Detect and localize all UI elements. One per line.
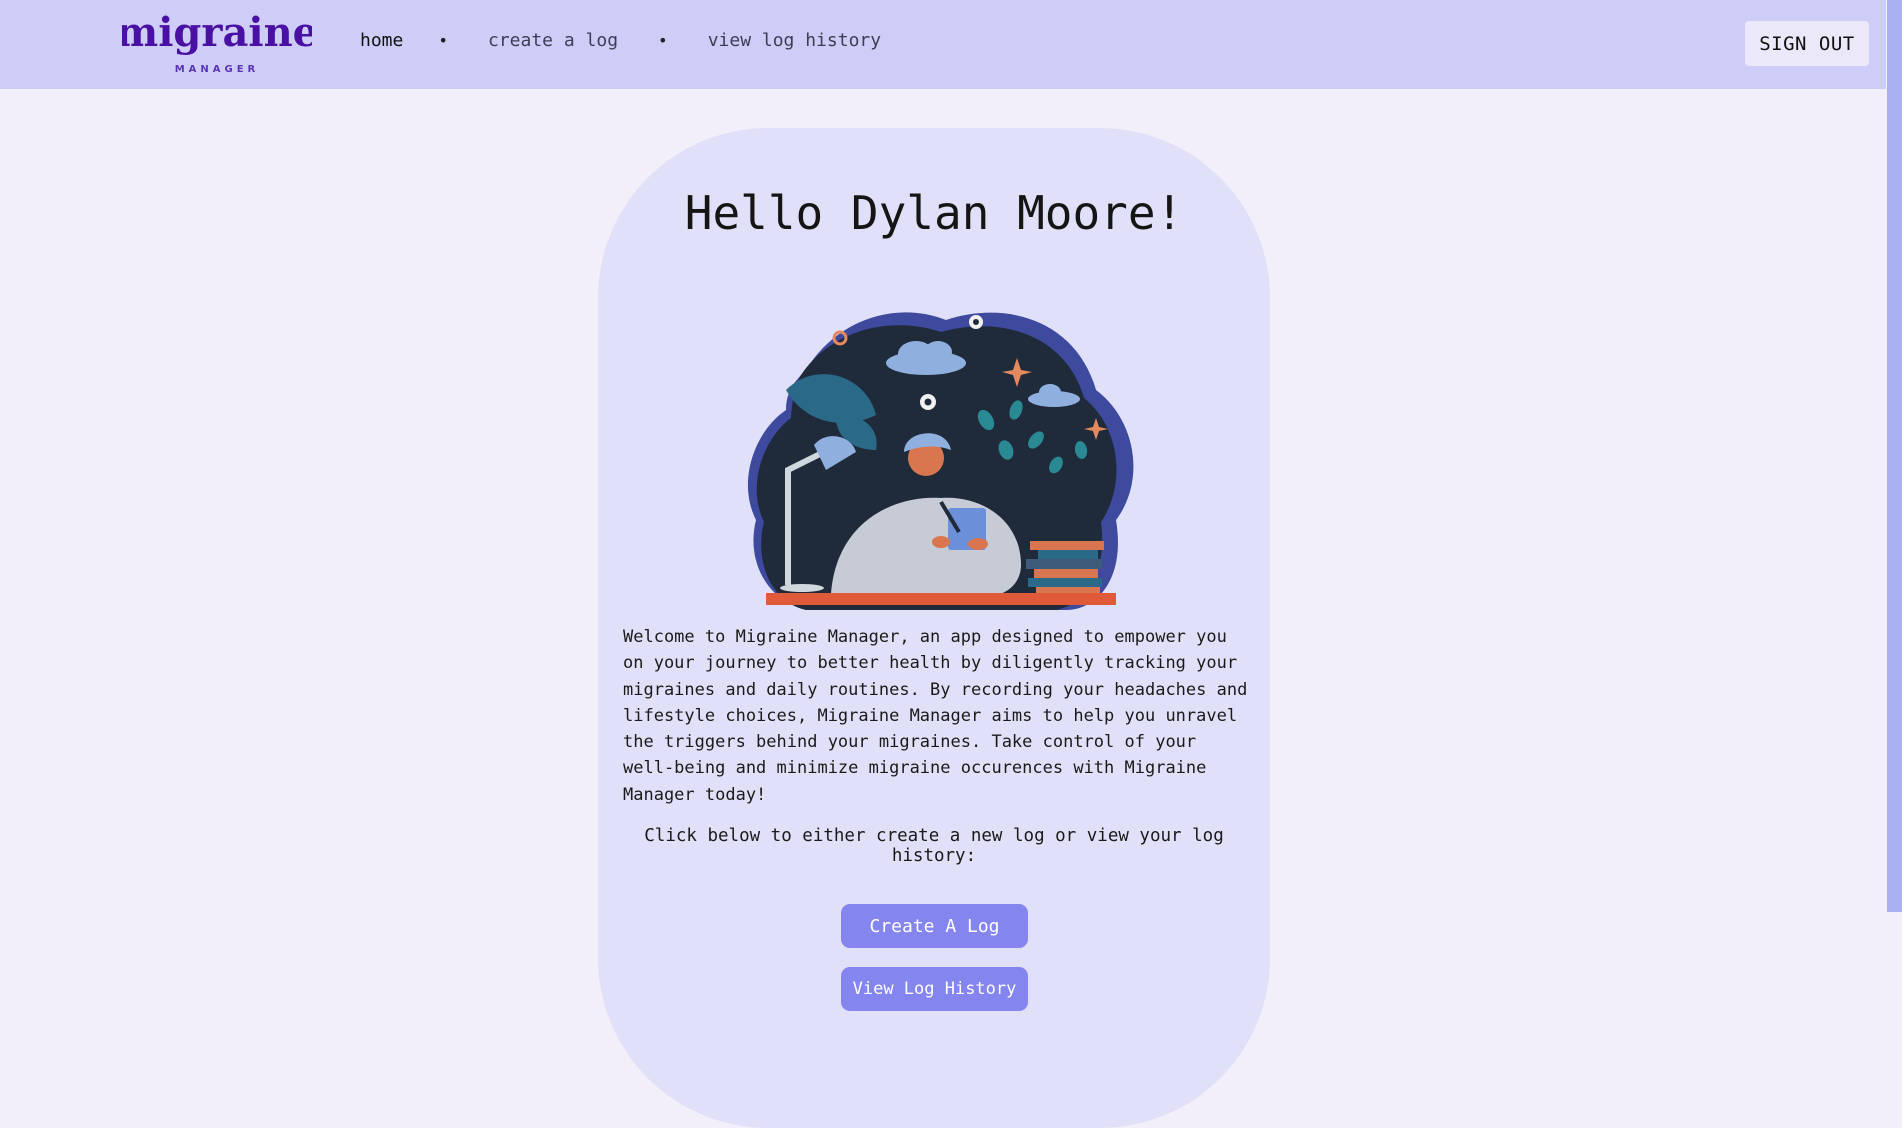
sign-out-button[interactable]: SIGN OUT — [1745, 21, 1869, 66]
view-log-history-button[interactable]: View Log History — [841, 967, 1028, 1011]
svg-text:MANAGER: MANAGER — [175, 64, 260, 75]
migraine-manager-logo[interactable]: migraine MANAGER — [122, 8, 312, 78]
welcome-card: Hello Dylan Moore! Welcome to Migraine M… — [598, 128, 1270, 1128]
nav-separator: • — [438, 31, 448, 50]
nav-view-history[interactable]: view log history — [708, 30, 881, 51]
intro-paragraph: Welcome to Migraine Manager, an app desi… — [623, 627, 1248, 805]
create-log-button[interactable]: Create A Log — [841, 904, 1028, 948]
top-navbar: migraine MANAGER home • create a log • v… — [0, 0, 1886, 89]
svg-text:migraine: migraine — [122, 9, 312, 56]
greeting-heading: Hello Dylan Moore! — [684, 186, 1184, 240]
nav-home[interactable]: home — [360, 30, 403, 51]
scrollbar-thumb[interactable] — [1887, 0, 1902, 912]
nav-separator: • — [658, 31, 668, 50]
nav-links: home • create a log • view log history — [360, 30, 881, 51]
nav-create-log[interactable]: create a log — [488, 30, 618, 51]
instruction-text: Click below to either create a new log o… — [644, 826, 1224, 866]
